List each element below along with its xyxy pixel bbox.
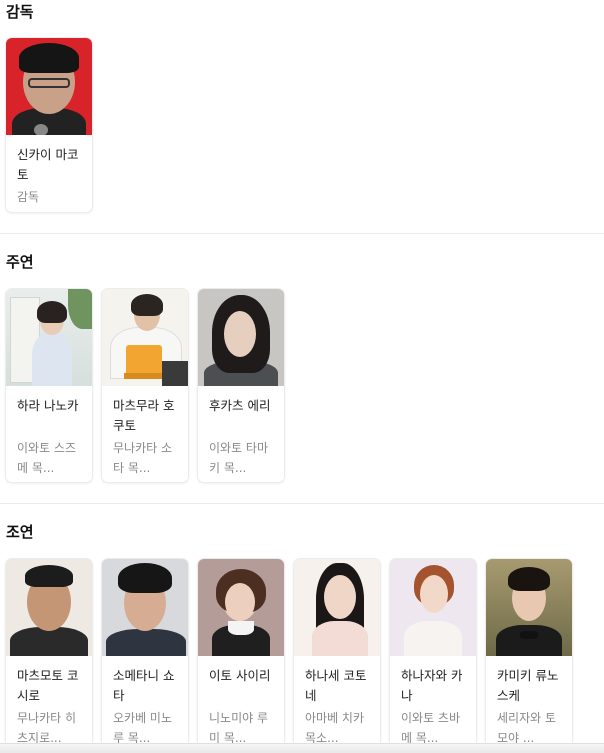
person-name: 이토 사이리: [209, 668, 271, 683]
person-name: 마츠모토 코시로: [17, 668, 79, 703]
person-photo: [102, 289, 188, 386]
person-photo: [198, 289, 284, 386]
person-name: 신카이 마코토: [17, 147, 79, 182]
person-role: 세리자와 토모야 ...: [497, 711, 557, 745]
section-divider: [0, 503, 604, 504]
person-card-supporting-0[interactable]: 마츠모토 코시로 무나카타 히츠지로...: [5, 558, 93, 753]
section-title-main-cast: 주연: [6, 253, 34, 271]
person-card-supporting-1[interactable]: 소메타니 쇼타 오카베 미노루 목...: [101, 558, 189, 753]
person-role: 이와토 츠바메 목...: [401, 711, 461, 745]
person-photo: [6, 289, 92, 386]
section-divider: [0, 233, 604, 234]
person-name: 하나세 코토네: [305, 668, 367, 703]
person-photo: [198, 559, 284, 656]
cast-page: 감독 신카이 마코토 감독 주연 하라 나노카 이와토 스즈메 목... 마츠무…: [0, 0, 604, 753]
person-name: 마츠무라 호쿠토: [113, 398, 175, 433]
person-photo: [390, 559, 476, 656]
person-name: 하라 나노카: [17, 398, 79, 413]
person-card-main-2[interactable]: 후카츠 에리 이와토 타마키 목...: [197, 288, 285, 483]
person-role: 니노미야 루미 목...: [209, 711, 269, 745]
horizontal-scrollbar[interactable]: [0, 743, 604, 753]
person-role: 감독: [17, 190, 40, 204]
person-name: 하나자와 카나: [401, 668, 463, 703]
section-title-director: 감독: [6, 3, 34, 21]
person-photo: [294, 559, 380, 656]
main-cast-section: 주연 하라 나노카 이와토 스즈메 목... 마츠무라 호쿠토 무나카타 소타 …: [0, 250, 604, 505]
section-title-supporting-cast: 조연: [6, 523, 34, 541]
person-role: 이와토 스즈메 목...: [17, 441, 77, 475]
person-name: 소메타니 쇼타: [113, 668, 175, 703]
person-role: 무나카타 히츠지로...: [17, 711, 77, 745]
person-role: 무나카타 소타 목...: [113, 441, 173, 475]
person-card-supporting-3[interactable]: 하나세 코토네 아마베 치카 목소...: [293, 558, 381, 753]
person-photo: [486, 559, 572, 656]
person-photo: [6, 559, 92, 656]
person-card-main-0[interactable]: 하라 나노카 이와토 스즈메 목...: [5, 288, 93, 483]
supporting-cast-section: 조연 마츠모토 코시로 무나카타 히츠지로... 소메타니 쇼타 오카베 미노루…: [0, 520, 604, 753]
person-name: 카미키 류노스케: [497, 668, 559, 703]
person-card-supporting-2[interactable]: 이토 사이리 니노미야 루미 목...: [197, 558, 285, 753]
director-section: 감독 신카이 마코토 감독: [0, 0, 604, 235]
person-card-director-0[interactable]: 신카이 마코토 감독: [5, 37, 93, 213]
person-photo: [6, 38, 92, 135]
person-name: 후카츠 에리: [209, 398, 271, 413]
person-card-supporting-4[interactable]: 하나자와 카나 이와토 츠바메 목...: [389, 558, 477, 753]
person-role: 아마베 치카 목소...: [305, 711, 365, 745]
person-card-supporting-5[interactable]: 카미키 류노스케 세리자와 토모야 ...: [485, 558, 573, 753]
person-card-main-1[interactable]: 마츠무라 호쿠토 무나카타 소타 목...: [101, 288, 189, 483]
person-role: 이와토 타마키 목...: [209, 441, 269, 475]
person-role: 오카베 미노루 목...: [113, 711, 173, 745]
person-photo: [102, 559, 188, 656]
